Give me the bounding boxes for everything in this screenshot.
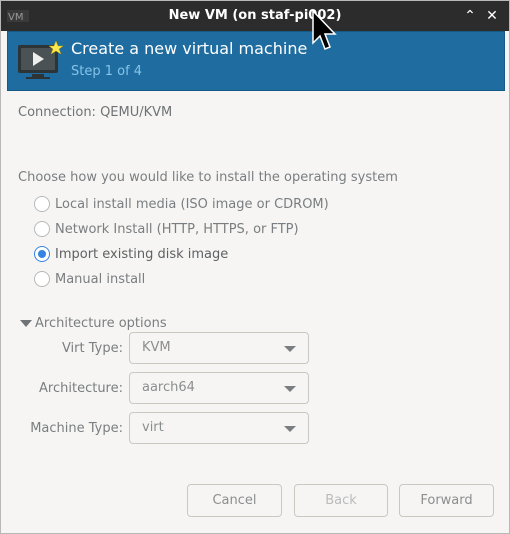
- title-bar[interactable]: VM New VM (on staf-pi002) ⌃ ✕: [1, 1, 509, 31]
- radio-button[interactable]: [34, 271, 50, 287]
- machine-type-label: Machine Type:: [30, 421, 123, 436]
- radio-label: Network Install (HTTP, HTTPS, or FTP): [55, 221, 299, 237]
- machine-type-value: virt: [142, 420, 164, 435]
- architecture-combo[interactable]: aarch64: [129, 372, 309, 404]
- architecture-options-expander[interactable]: Architecture options: [20, 316, 167, 331]
- radio-manual-install[interactable]: Manual install: [34, 269, 145, 289]
- radio-button[interactable]: [34, 196, 50, 212]
- virt-type-value: KVM: [142, 340, 171, 355]
- radio-button-selected[interactable]: [34, 246, 50, 262]
- connection-label: Connection: QEMU/KVM: [18, 105, 173, 120]
- radio-local-install-media[interactable]: Local install media (ISO image or CDROM): [34, 194, 329, 214]
- banner-step: Step 1 of 4: [71, 64, 143, 79]
- virt-type-label: Virt Type:: [61, 341, 123, 356]
- window-title: New VM (on staf-pi002): [168, 8, 342, 23]
- architecture-label: Architecture:: [39, 381, 123, 396]
- header-banner: Create a new virtual machine Step 1 of 4: [7, 31, 505, 91]
- banner-title: Create a new virtual machine: [71, 39, 308, 58]
- chevron-up-icon[interactable]: ⌃: [461, 7, 479, 25]
- dropdown-arrow-icon: [284, 346, 296, 352]
- radio-label: Local install media (ISO image or CDROM): [55, 196, 329, 212]
- radio-label: Import existing disk image: [55, 246, 229, 262]
- install-method-heading: Choose how you would like to install the…: [18, 170, 398, 185]
- radio-button[interactable]: [34, 221, 50, 237]
- expander-arrow-icon: [20, 320, 32, 327]
- cancel-button[interactable]: Cancel: [187, 484, 282, 517]
- mouse-cursor-icon: [312, 9, 337, 50]
- new-vm-window: VM New VM (on staf-pi002) ⌃ ✕ Create a n…: [0, 0, 510, 534]
- expander-label: Architecture options: [35, 316, 167, 331]
- virt-type-combo[interactable]: KVM: [129, 332, 309, 364]
- radio-network-install[interactable]: Network Install (HTTP, HTTPS, or FTP): [34, 219, 299, 239]
- architecture-value: aarch64: [142, 380, 195, 395]
- dropdown-arrow-icon: [284, 386, 296, 392]
- machine-type-combo[interactable]: virt: [129, 412, 309, 444]
- vm-monitor-icon: [18, 40, 64, 79]
- radio-label: Manual install: [55, 271, 146, 287]
- dropdown-arrow-icon: [284, 426, 296, 432]
- forward-button[interactable]: Forward: [399, 484, 494, 517]
- radio-import-existing-disk[interactable]: Import existing disk image: [34, 244, 228, 264]
- back-button[interactable]: Back: [294, 484, 388, 517]
- close-icon[interactable]: ✕: [483, 7, 501, 25]
